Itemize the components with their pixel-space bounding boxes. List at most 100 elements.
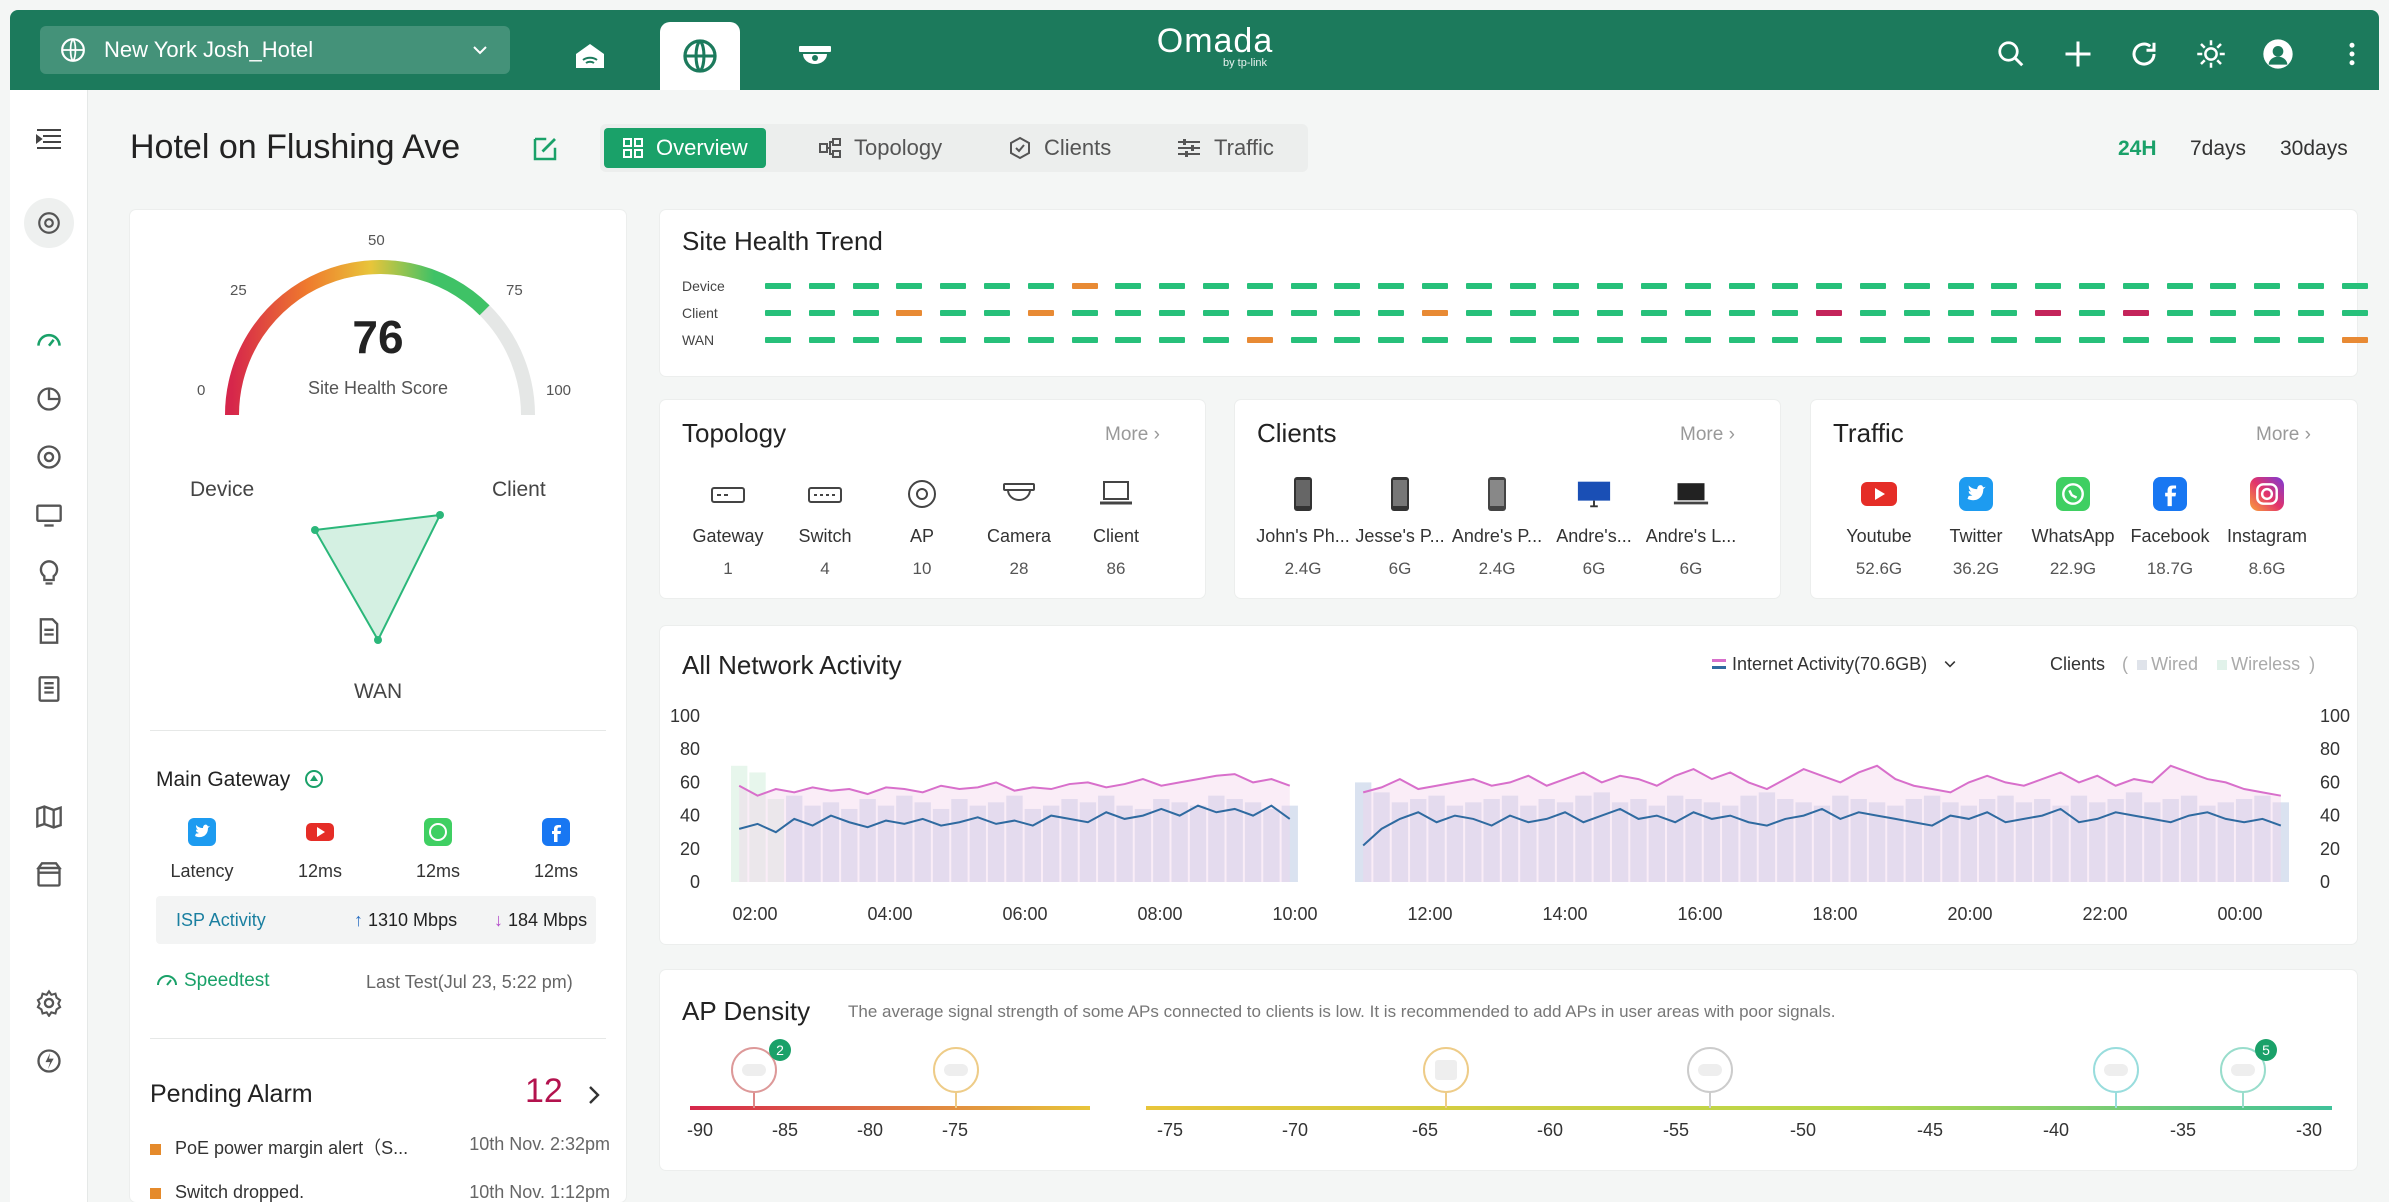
collapse-menu-icon[interactable] (34, 124, 64, 154)
trend-segment[interactable] (1947, 310, 1974, 316)
trend-segment[interactable] (808, 337, 835, 343)
trend-segment[interactable] (1027, 337, 1054, 343)
trend-segment[interactable] (1334, 337, 1361, 343)
trend-segment[interactable] (1159, 310, 1186, 316)
dashboard-icon[interactable] (34, 326, 64, 356)
trend-segment[interactable] (2210, 283, 2237, 289)
refresh-icon[interactable] (2128, 38, 2160, 70)
traffic-item[interactable]: Youtube 52.6G (1824, 476, 1934, 579)
trend-segment[interactable] (2166, 283, 2193, 289)
trend-segment[interactable] (1378, 283, 1405, 289)
trend-segment[interactable] (2166, 337, 2193, 343)
traffic-item[interactable]: Facebook 18.7G (2115, 476, 2225, 579)
trend-segment[interactable] (1553, 337, 1580, 343)
trend-segment[interactable] (1816, 310, 1843, 316)
trend-segment[interactable] (808, 283, 835, 289)
trend-segment[interactable] (940, 310, 967, 316)
trend-segment[interactable] (2122, 337, 2149, 343)
ap-marker[interactable] (1687, 1047, 1733, 1108)
trend-segment[interactable] (896, 310, 923, 316)
client-item[interactable]: Jesse's P... 6G (1345, 476, 1455, 579)
statistics-icon[interactable] (34, 384, 64, 414)
trend-segment[interactable] (1509, 337, 1536, 343)
trend-segment[interactable] (808, 310, 835, 316)
trend-segment[interactable] (1597, 310, 1624, 316)
trend-segment[interactable] (1027, 283, 1054, 289)
client-item[interactable]: John's Ph... 2.4G (1248, 476, 1358, 579)
topology-camera[interactable]: Camera 28 (964, 476, 1074, 579)
trend-segment[interactable] (1903, 310, 1930, 316)
trend-segment[interactable] (1290, 337, 1317, 343)
trend-segment[interactable] (1509, 283, 1536, 289)
trend-segment[interactable] (1115, 310, 1142, 316)
trend-segment[interactable] (1903, 337, 1930, 343)
trend-segment[interactable] (2035, 310, 2062, 316)
trend-segment[interactable] (1684, 283, 1711, 289)
trend-segment[interactable] (896, 337, 923, 343)
trend-segment[interactable] (1728, 337, 1755, 343)
trend-segment[interactable] (1115, 337, 1142, 343)
trend-segment[interactable] (1860, 283, 1886, 289)
home-network-button[interactable] (550, 20, 630, 90)
trend-segment[interactable] (2341, 283, 2368, 289)
trend-segment[interactable] (1071, 337, 1098, 343)
trend-segment[interactable] (1159, 283, 1186, 289)
topology-gateway[interactable]: Gateway 1 (673, 476, 783, 579)
ap-marker[interactable] (933, 1047, 979, 1108)
trend-segment[interactable] (2035, 337, 2062, 343)
inventory-icon[interactable] (34, 860, 64, 890)
trend-segment[interactable] (1684, 337, 1711, 343)
trend-segment[interactable] (1947, 283, 1974, 289)
range-30days[interactable]: 30days (2280, 137, 2348, 161)
trend-segment[interactable] (1027, 310, 1054, 316)
trend-segment[interactable] (1203, 283, 1229, 289)
trend-segment[interactable] (1728, 310, 1755, 316)
trend-segment[interactable] (852, 310, 879, 316)
trend-segment[interactable] (1816, 283, 1843, 289)
tab-topology[interactable]: Topology (818, 128, 942, 168)
trend-segment[interactable] (2254, 337, 2281, 343)
globe-nav-button[interactable] (660, 22, 740, 90)
topology-client[interactable]: Client 86 (1061, 476, 1171, 579)
site-selector[interactable]: New York Josh_Hotel (40, 26, 510, 74)
tools-icon[interactable] (34, 1046, 64, 1076)
trend-segment[interactable] (1860, 310, 1886, 316)
traffic-item[interactable]: Instagram 8.6G (2212, 476, 2322, 579)
trend-segment[interactable] (1246, 337, 1273, 343)
trend-segment[interactable] (852, 283, 879, 289)
trend-segment[interactable] (1991, 283, 2018, 289)
trend-segment[interactable] (1378, 337, 1405, 343)
trend-segment[interactable] (1159, 337, 1186, 343)
trend-segment[interactable] (1465, 283, 1492, 289)
trend-segment[interactable] (2122, 310, 2149, 316)
sun-icon[interactable] (2195, 38, 2227, 70)
avatar[interactable] (2262, 38, 2294, 70)
trend-segment[interactable] (1422, 310, 1448, 316)
trend-segment[interactable] (1071, 310, 1098, 316)
trend-segment[interactable] (1334, 283, 1361, 289)
trend-segment[interactable] (2210, 337, 2237, 343)
trend-segment[interactable] (2298, 337, 2324, 343)
trend-segment[interactable] (2254, 310, 2281, 316)
trend-segment[interactable] (852, 337, 879, 343)
trend-segment[interactable] (1553, 283, 1580, 289)
trend-segment[interactable] (1816, 337, 1843, 343)
trend-segment[interactable] (1903, 283, 1930, 289)
trend-segment[interactable] (896, 283, 923, 289)
range-7days[interactable]: 7days (2190, 137, 2246, 161)
trend-segment[interactable] (1641, 310, 1667, 316)
traffic-more-link[interactable]: More › (2256, 424, 2311, 446)
trend-segment[interactable] (1684, 310, 1711, 316)
trend-segment[interactable] (2035, 283, 2062, 289)
trend-segment[interactable] (940, 337, 967, 343)
trend-segment[interactable] (1597, 283, 1624, 289)
tab-traffic[interactable]: Traffic (1176, 128, 1274, 168)
trend-segment[interactable] (2254, 283, 2281, 289)
trend-segment[interactable] (1115, 283, 1142, 289)
trend-segment[interactable] (765, 283, 791, 289)
trend-segment[interactable] (2210, 310, 2237, 316)
trend-segment[interactable] (2122, 283, 2149, 289)
trend-segment[interactable] (1728, 283, 1755, 289)
clients-more-link[interactable]: More › (1680, 424, 1735, 446)
trend-segment[interactable] (2079, 283, 2105, 289)
